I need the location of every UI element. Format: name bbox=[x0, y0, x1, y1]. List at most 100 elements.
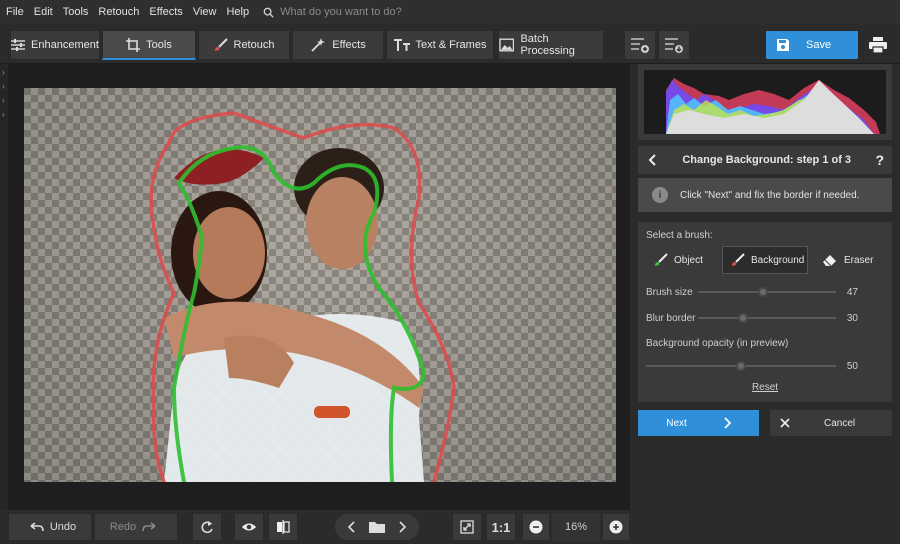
close-icon bbox=[780, 418, 790, 428]
rotate-button[interactable] bbox=[192, 513, 222, 541]
blur-border-track[interactable] bbox=[698, 317, 836, 319]
main-toolbar: Enhancement Tools Retouch Effects Text &… bbox=[0, 24, 900, 64]
tab-retouch[interactable]: Retouch bbox=[198, 30, 290, 60]
help-icon[interactable]: ? bbox=[875, 152, 884, 168]
brush-size-row: Brush size 47 bbox=[646, 284, 886, 300]
crop-icon bbox=[126, 37, 141, 52]
fit-to-screen-button[interactable] bbox=[452, 513, 482, 541]
bottom-bar: Undo Redo 1:1 16% bbox=[0, 510, 638, 544]
undo-label: Undo bbox=[49, 521, 77, 533]
step-header: Change Background: step 1 of 3 ? bbox=[638, 146, 892, 174]
plus-circle-icon bbox=[609, 520, 623, 534]
save-label: Save bbox=[806, 39, 832, 51]
rotate-icon bbox=[201, 521, 213, 534]
ratio-label: 1:1 bbox=[491, 519, 511, 535]
histogram bbox=[644, 70, 886, 134]
zoom-level[interactable]: 16% bbox=[552, 513, 600, 541]
reset-link[interactable]: Reset bbox=[638, 382, 892, 393]
brush-size-label: Brush size bbox=[646, 286, 693, 298]
compare-button[interactable] bbox=[268, 513, 298, 541]
redo-button[interactable]: Redo bbox=[94, 513, 178, 541]
redo-label: Redo bbox=[109, 521, 137, 533]
info-text: Click "Next" and fix the border if neede… bbox=[680, 189, 860, 201]
eraser-brush-button[interactable]: Eraser bbox=[814, 246, 886, 274]
magic-wand-icon bbox=[311, 38, 326, 52]
actual-size-button[interactable]: 1:1 bbox=[486, 513, 516, 541]
menu-tools[interactable]: Tools bbox=[63, 6, 89, 18]
blur-border-row: Blur border 30 bbox=[646, 310, 886, 326]
back-chevron-icon[interactable] bbox=[648, 154, 658, 166]
file-navigation bbox=[334, 513, 420, 541]
preview-toggle-button[interactable] bbox=[234, 513, 264, 541]
tab-label: Tools bbox=[146, 38, 172, 51]
tab-label: Batch Processing bbox=[520, 33, 575, 57]
bg-opacity-slider[interactable] bbox=[736, 361, 746, 371]
select-brush-label: Select a brush: bbox=[646, 230, 713, 241]
printer-icon bbox=[869, 37, 887, 53]
blur-border-slider[interactable] bbox=[738, 313, 748, 323]
brush-label: Background bbox=[751, 254, 805, 266]
next-label: Next bbox=[666, 417, 687, 429]
folder-icon[interactable] bbox=[369, 521, 385, 533]
object-brush-button[interactable]: Object bbox=[646, 246, 716, 274]
tab-label: Retouch bbox=[233, 39, 275, 51]
menu-effects[interactable]: Effects bbox=[149, 6, 182, 18]
histogram-graph bbox=[666, 78, 880, 134]
blur-border-value: 30 bbox=[846, 312, 858, 324]
tab-label: Effects bbox=[332, 39, 366, 51]
cancel-button[interactable]: Cancel bbox=[770, 410, 892, 436]
image-stack-icon bbox=[499, 38, 515, 52]
zoom-in-button[interactable] bbox=[602, 513, 630, 541]
menu-bar: File Edit Tools Retouch Effects View Hel… bbox=[0, 0, 900, 24]
compare-icon bbox=[277, 520, 290, 534]
blur-border-label: Blur border bbox=[646, 312, 696, 324]
tab-tools[interactable]: Tools bbox=[102, 30, 196, 60]
chevron-right-icon bbox=[724, 417, 731, 429]
menu-file[interactable]: File bbox=[6, 6, 24, 18]
tab-batch-processing[interactable]: Batch Processing bbox=[498, 30, 604, 60]
presets-add-button[interactable] bbox=[624, 30, 656, 60]
floppy-disk-icon bbox=[777, 39, 789, 51]
menu-edit[interactable]: Edit bbox=[34, 6, 53, 18]
presets-download-button[interactable] bbox=[658, 30, 690, 60]
brush-icon bbox=[732, 253, 745, 266]
search-icon bbox=[263, 7, 274, 18]
tab-label: Enhancement bbox=[31, 39, 99, 51]
tab-text-frames[interactable]: Text & Frames bbox=[386, 30, 494, 60]
bg-opacity-row: 50 bbox=[646, 358, 886, 374]
background-brush-button[interactable]: Background bbox=[722, 246, 808, 274]
undo-button[interactable]: Undo bbox=[8, 513, 92, 541]
menu-view[interactable]: View bbox=[193, 6, 217, 18]
print-button[interactable] bbox=[864, 31, 892, 59]
text-icon bbox=[393, 39, 410, 51]
brush-label: Object bbox=[674, 254, 703, 266]
search-input[interactable]: What do you want to do? bbox=[280, 6, 402, 18]
chevron-right-icon[interactable] bbox=[397, 521, 407, 533]
eye-icon bbox=[241, 523, 257, 531]
info-message: i Click "Next" and fix the border if nee… bbox=[638, 178, 892, 212]
brush-size-slider[interactable] bbox=[758, 287, 768, 297]
menu-retouch[interactable]: Retouch bbox=[98, 6, 139, 18]
minus-circle-icon bbox=[529, 520, 543, 534]
brush-settings: Select a brush: Object Background Eraser… bbox=[638, 222, 892, 402]
subject-illustration bbox=[149, 111, 456, 482]
menu-help[interactable]: Help bbox=[226, 6, 249, 18]
left-collapse-strip[interactable]: › › › › bbox=[0, 64, 8, 510]
save-button[interactable]: Save bbox=[766, 31, 858, 59]
next-button[interactable]: Next bbox=[638, 410, 759, 436]
tab-effects[interactable]: Effects bbox=[292, 30, 384, 60]
brush-label: Eraser bbox=[844, 254, 874, 266]
histogram-panel bbox=[638, 64, 892, 140]
tab-enhancement[interactable]: Enhancement bbox=[10, 30, 100, 60]
brush-icon bbox=[214, 38, 228, 51]
search-box[interactable]: What do you want to do? bbox=[263, 6, 402, 18]
chevron-left-icon[interactable] bbox=[347, 521, 357, 533]
bg-opacity-label: Background opacity (in preview) bbox=[646, 338, 789, 349]
photo-canvas[interactable] bbox=[24, 88, 616, 482]
cancel-label: Cancel bbox=[824, 417, 856, 429]
right-panel: Change Background: step 1 of 3 ? i Click… bbox=[638, 64, 900, 544]
zoom-out-button[interactable] bbox=[522, 513, 550, 541]
sliders-icon bbox=[11, 39, 26, 51]
presets-add-icon bbox=[631, 38, 649, 53]
info-icon: i bbox=[652, 187, 668, 203]
